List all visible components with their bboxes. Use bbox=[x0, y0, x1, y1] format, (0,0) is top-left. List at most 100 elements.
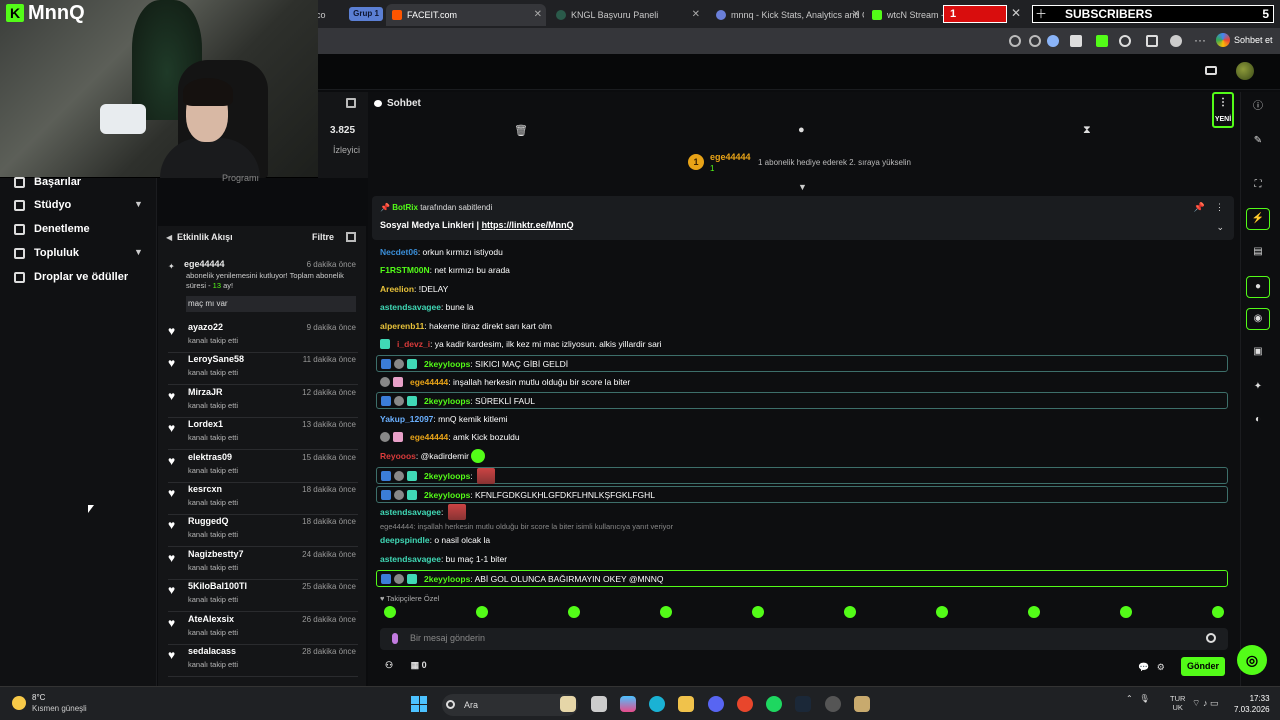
pinned-link[interactable]: https://linktr.ee/MnnQ bbox=[482, 220, 574, 230]
app-icon[interactable] bbox=[825, 696, 841, 712]
chat-username[interactable]: astendsavagee bbox=[380, 302, 441, 312]
emote-icon[interactable] bbox=[752, 606, 764, 618]
clock[interactable]: 17:33 7.03.2026 bbox=[1234, 693, 1270, 715]
copilot-chat-button[interactable]: Sohbet et bbox=[1216, 31, 1273, 49]
shield-icon[interactable]: ▣ bbox=[1251, 345, 1265, 359]
network-icon[interactable]: ⌔ ♪ ▭ bbox=[1192, 698, 1218, 709]
users-icon[interactable]: ⚇ bbox=[385, 660, 393, 670]
feed-item[interactable]: ♥ Lordex1 13 dakika önce kanalı takip etti bbox=[168, 418, 358, 451]
chat-message[interactable]: 2keyyloops: ABİ GOL OLUNCA BAĞIRMAYIN OK… bbox=[376, 570, 1228, 587]
chat-username[interactable]: Yakup_12097 bbox=[380, 414, 433, 424]
chat-username[interactable]: F1RSTM00N bbox=[380, 265, 430, 275]
chevron-down-icon[interactable]: ⌄ bbox=[1216, 222, 1224, 233]
chat-message[interactable]: 2keyyloops: SÜREKLİ FAUL bbox=[376, 392, 1228, 409]
kick-extension-icon[interactable] bbox=[1096, 35, 1108, 47]
feed-item[interactable]: ♥ LeroySane58 11 dakika önce kanalı takip e… bbox=[168, 353, 358, 386]
chat-message[interactable]: astendsavagee: bune la bbox=[380, 299, 474, 315]
chat-message[interactable]: i_devz_i: ya kadir kardesim, ilk kez mi … bbox=[380, 336, 662, 352]
trash-icon[interactable]: 🗑 bbox=[514, 124, 528, 137]
weather-widget[interactable]: 8°C Kısmen güneşli bbox=[12, 692, 87, 714]
chat-message[interactable]: Necdet06: orkun kırmızı istiyodu bbox=[380, 244, 503, 260]
tab-kick-stats[interactable]: mnnq - Kick Stats, Analytics and C ✕ bbox=[708, 4, 864, 26]
chat-username[interactable]: alperenb11 bbox=[380, 321, 424, 331]
close-icon[interactable]: ✕ bbox=[534, 9, 542, 20]
chat-username[interactable]: 2keyyloops bbox=[424, 574, 470, 584]
emote-icon[interactable] bbox=[1028, 606, 1040, 618]
translate-icon[interactable] bbox=[1029, 35, 1041, 47]
feed-item[interactable]: ♥ kesrcxn 18 dakika önce kanalı takip etti bbox=[168, 483, 358, 515]
hourglass-icon[interactable]: ⧗ bbox=[1083, 124, 1091, 137]
popout-icon[interactable] bbox=[346, 232, 356, 242]
clipboard-icon[interactable]: ▤ bbox=[1251, 245, 1265, 259]
feed-item[interactable]: ♥ RuggedQ 18 dakika önce kanalı takip etti bbox=[168, 515, 358, 548]
favorites-icon[interactable] bbox=[1146, 35, 1158, 47]
feed-item[interactable]: ♥ elektras09 15 dakika önce kanalı takip et… bbox=[168, 451, 358, 483]
emote-icon[interactable] bbox=[936, 606, 948, 618]
more-icon[interactable]: ··· bbox=[1194, 33, 1206, 47]
emoji-icon[interactable] bbox=[1206, 633, 1216, 643]
chat-message[interactable]: Areelion: !DELAY bbox=[380, 281, 448, 297]
chat-settings-icon[interactable]: 💬 bbox=[1138, 662, 1149, 672]
chat-rail-icon[interactable]: ● bbox=[1246, 276, 1270, 298]
chat-username[interactable]: Areelion bbox=[380, 284, 414, 294]
feed-filter-button[interactable]: Filtre bbox=[312, 232, 334, 242]
chat-message[interactable]: 2keyyloops: KFNLFGDKGLKHLGFDKFLHNLKŞFGKL… bbox=[376, 486, 1228, 503]
sidebar-item-drops[interactable]: Droplar ve ödüller bbox=[14, 271, 128, 283]
app-icon[interactable] bbox=[560, 696, 576, 712]
chat-input[interactable]: Bir mesaj gönderin bbox=[380, 628, 1228, 650]
chat-message[interactable]: deepspindle: o nasil olcak la bbox=[380, 532, 490, 548]
chat-message[interactable]: astendsavagee: bu maç 1-1 biter bbox=[380, 551, 507, 567]
bookmark-star-icon[interactable] bbox=[1047, 35, 1059, 47]
chat-message[interactable]: 2keyyloops: bbox=[376, 467, 1228, 484]
info-icon[interactable]: ⓘ bbox=[1251, 100, 1265, 114]
emote-icon[interactable] bbox=[568, 606, 580, 618]
chat-username[interactable]: Reyooos bbox=[380, 451, 416, 461]
browser-icon[interactable] bbox=[737, 696, 753, 712]
extension-icon[interactable] bbox=[1070, 35, 1082, 47]
chat-menu-button[interactable]: ⋮ YENİ bbox=[1212, 92, 1234, 128]
feed-item-subscription[interactable]: ✦ ege44444 6 dakika önce abonelik yenile… bbox=[168, 258, 358, 316]
popout-icon[interactable] bbox=[346, 98, 356, 108]
chevron-down-icon[interactable]: ▼ bbox=[134, 247, 143, 257]
chevron-down-icon[interactable]: ▼ bbox=[134, 199, 143, 209]
windows-start-icon[interactable] bbox=[411, 696, 427, 712]
chat-username[interactable]: 2keyyloops bbox=[424, 471, 470, 481]
chat-message[interactable]: alperenb11: hakeme itiraz direkt sarı ka… bbox=[380, 318, 552, 334]
collapse-icon[interactable]: ◀ bbox=[166, 233, 172, 242]
chat-username[interactable]: ege44444 bbox=[410, 432, 448, 442]
zoom-icon[interactable] bbox=[1009, 35, 1021, 47]
sidebar-item-studio[interactable]: Stüdyo bbox=[14, 199, 71, 211]
emote-icon[interactable] bbox=[1212, 606, 1224, 618]
send-button[interactable]: Gönder bbox=[1181, 657, 1225, 676]
chat-username[interactable]: astendsavagee bbox=[380, 507, 441, 517]
feed-item[interactable]: ♥ AteAlexsix 26 dakika önce kanalı takip et… bbox=[168, 613, 358, 645]
pin-actions[interactable]: 📌 ⋮ bbox=[1194, 202, 1224, 213]
help-button[interactable]: ◎ bbox=[1237, 645, 1267, 675]
spotify-icon[interactable] bbox=[766, 696, 782, 712]
scroll-down-icon[interactable]: ▼ bbox=[798, 182, 807, 192]
close-icon[interactable]: ✕ bbox=[692, 9, 700, 20]
steam-icon[interactable] bbox=[795, 696, 811, 712]
close-icon[interactable]: ✕ bbox=[852, 9, 860, 20]
chat-message[interactable]: ege44444: amk Kick bozuldu bbox=[380, 429, 520, 445]
close-icon[interactable]: ✕ bbox=[1011, 6, 1021, 20]
emote-icon[interactable] bbox=[660, 606, 672, 618]
feed-item[interactable]: ♥ Nagizbestty7 24 dakika önce kanalı takip … bbox=[168, 548, 358, 580]
tab-wtcn[interactable]: wtcN Stream - bbox=[868, 4, 944, 26]
feed-item[interactable]: ♥ 5KiloBal100Tl 25 dakika önce kanalı takip… bbox=[168, 580, 358, 613]
mic-icon[interactable] bbox=[392, 633, 398, 644]
task-view-icon[interactable] bbox=[591, 696, 607, 712]
store-icon[interactable]: ▦ bbox=[411, 660, 420, 670]
chat-username[interactable]: ege44444 bbox=[410, 377, 448, 387]
discord-icon[interactable] bbox=[708, 696, 724, 712]
chat-icon[interactable]: ● bbox=[798, 124, 805, 136]
fullscreen-icon[interactable]: ⛶ bbox=[1251, 178, 1265, 192]
chat-username[interactable]: 2keyyloops bbox=[424, 396, 470, 406]
feed-item[interactable]: ♥ MirzaJR 12 dakika önce kanalı takip etti bbox=[168, 386, 358, 418]
sidebar-item-moderation[interactable]: Denetleme bbox=[14, 223, 90, 235]
avatar[interactable] bbox=[1236, 62, 1254, 80]
chat-username[interactable]: Necdet06 bbox=[380, 247, 418, 257]
emote-icon[interactable] bbox=[384, 606, 396, 618]
copilot-icon[interactable] bbox=[620, 696, 636, 712]
sidebar-item-community[interactable]: Topluluk bbox=[14, 247, 79, 259]
